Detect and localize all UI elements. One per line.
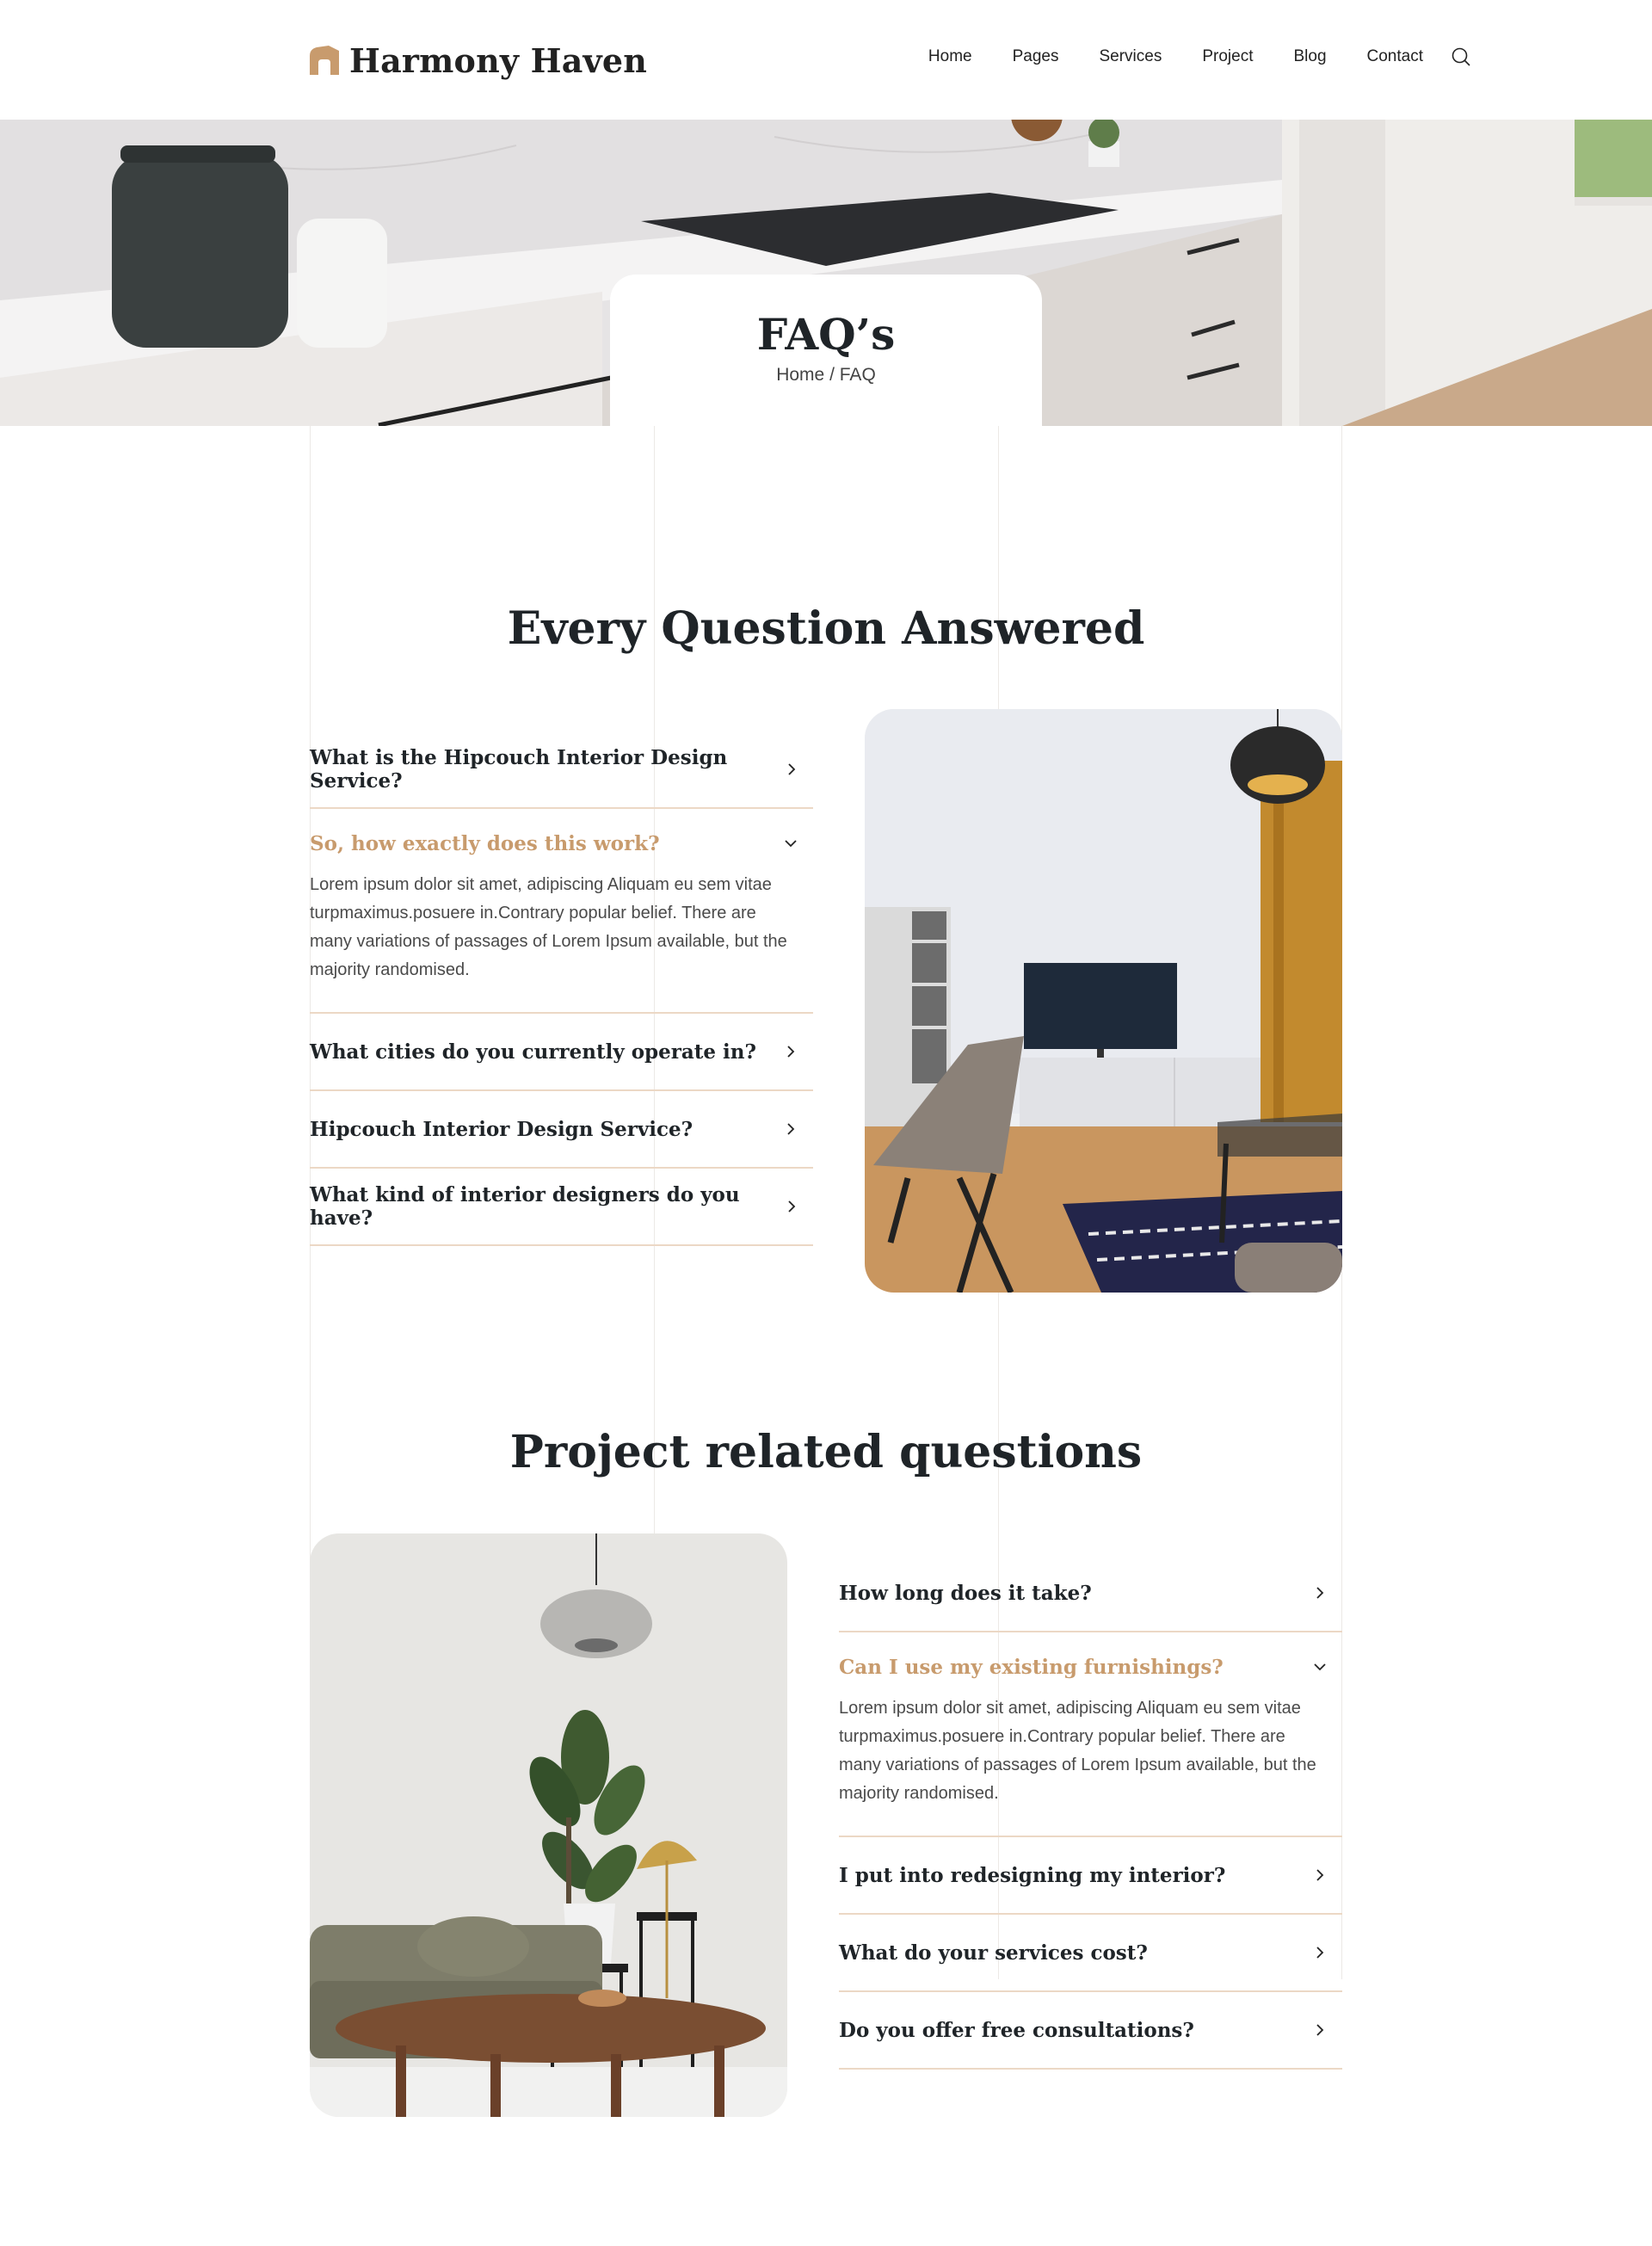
- faq-question[interactable]: Do you offer free consultations?: [839, 1992, 1342, 2068]
- chevron-down-icon: [780, 833, 801, 854]
- faq-question-text: I put into redesigning my interior?: [839, 1863, 1226, 1887]
- faq-question[interactable]: So, how exactly does this work?: [310, 809, 813, 878]
- nav-project[interactable]: Project: [1202, 47, 1253, 66]
- faq-question-text: Do you offer free consultations?: [839, 2018, 1194, 2042]
- faq-question[interactable]: What is the Hipcouch Interior Design Ser…: [310, 731, 813, 807]
- chevron-right-icon: [780, 1119, 801, 1139]
- chevron-right-icon: [1310, 2020, 1330, 2040]
- breadcrumb-home[interactable]: Home: [776, 365, 824, 385]
- breadcrumb-separator: /: [829, 365, 835, 385]
- faq-item[interactable]: I put into redesigning my interior?: [839, 1837, 1342, 1915]
- faq-question-text: What kind of interior designers do you h…: [310, 1183, 740, 1230]
- faq-question[interactable]: Can I use my existing furnishings?: [839, 1632, 1342, 1701]
- faq-item[interactable]: What kind of interior designers do you h…: [310, 1169, 813, 1246]
- nav-contact[interactable]: Contact: [1367, 47, 1423, 66]
- chevron-right-icon: [780, 1041, 801, 1062]
- nav-blog[interactable]: Blog: [1293, 47, 1326, 66]
- search-icon[interactable]: [1449, 45, 1473, 69]
- brand-name: Harmony Haven: [349, 40, 648, 80]
- site-header: Harmony Haven Home Pages Services Projec…: [0, 0, 1652, 120]
- faq-question-text: So, how exactly does this work?: [310, 831, 660, 855]
- faq-question[interactable]: What kind of interior designers do you h…: [310, 1169, 813, 1244]
- faq-question-text: What cities do you currently operate in?: [310, 1040, 756, 1064]
- section-title-project: Project related questions: [509, 1426, 1143, 1478]
- faq-item-open[interactable]: Can I use my existing furnishings? Lorem…: [839, 1632, 1342, 1837]
- faq-answer: Lorem ipsum dolor sit amet, adipiscing A…: [310, 875, 787, 979]
- page-title: FAQ’s: [756, 309, 896, 360]
- faq-question[interactable]: I put into redesigning my interior?: [839, 1837, 1342, 1913]
- section-title-general: Every Question Answered: [507, 602, 1145, 655]
- chevron-down-icon: [1310, 1657, 1330, 1677]
- house-logo-icon: [310, 46, 339, 75]
- faq-item[interactable]: Hipcouch Interior Design Service?: [310, 1091, 813, 1169]
- nav-services[interactable]: Services: [1099, 47, 1162, 66]
- faq-question-text: Hipcouch Interior Design Service?: [310, 1117, 693, 1141]
- main-nav: Home Pages Services Project Blog Contact: [888, 45, 1473, 69]
- faq-question-text: Can I use my existing furnishings?: [839, 1655, 1224, 1679]
- faq-item[interactable]: What is the Hipcouch Interior Design Ser…: [310, 731, 813, 809]
- faq-item[interactable]: What do your services cost?: [839, 1915, 1342, 1992]
- hero-banner: FAQ’s Home / FAQ: [0, 120, 1652, 426]
- faq-question-text: What do your services cost?: [839, 1941, 1148, 1965]
- faq-question[interactable]: How long does it take?: [839, 1555, 1342, 1631]
- chevron-right-icon: [1310, 1583, 1330, 1603]
- faq-question[interactable]: What do your services cost?: [839, 1915, 1342, 1990]
- nav-pages[interactable]: Pages: [1013, 47, 1059, 66]
- faq-question[interactable]: What cities do you currently operate in?: [310, 1014, 813, 1089]
- faq-list-general: What is the Hipcouch Interior Design Ser…: [310, 731, 813, 1246]
- faq-question-text: What is the Hipcouch Interior Design Ser…: [310, 746, 728, 793]
- logo[interactable]: Harmony Haven: [310, 40, 647, 81]
- breadcrumb-current: FAQ: [839, 365, 876, 385]
- faq-item[interactable]: How long does it take?: [839, 1555, 1342, 1632]
- lounge-photo: [310, 1533, 787, 2117]
- breadcrumb: Home / FAQ: [610, 365, 1042, 386]
- chevron-right-icon: [1310, 1942, 1330, 1963]
- faq-item[interactable]: What cities do you currently operate in?: [310, 1014, 813, 1091]
- faq-question-text: How long does it take?: [839, 1581, 1092, 1605]
- chevron-right-icon: [781, 1196, 801, 1217]
- faq-answer: Lorem ipsum dolor sit amet, adipiscing A…: [839, 1699, 1316, 1803]
- chevron-right-icon: [1310, 1865, 1330, 1885]
- hero-title-card: FAQ’s Home / FAQ: [610, 275, 1042, 426]
- faq-item-open[interactable]: So, how exactly does this work? Lorem ip…: [310, 809, 813, 1014]
- faq-question[interactable]: Hipcouch Interior Design Service?: [310, 1091, 813, 1167]
- chevron-right-icon: [782, 759, 801, 780]
- faq-item[interactable]: Do you offer free consultations?: [839, 1992, 1342, 2070]
- nav-home[interactable]: Home: [928, 47, 972, 66]
- living-room-photo: [865, 709, 1342, 1293]
- faq-list-project: How long does it take? Can I use my exis…: [839, 1555, 1342, 2070]
